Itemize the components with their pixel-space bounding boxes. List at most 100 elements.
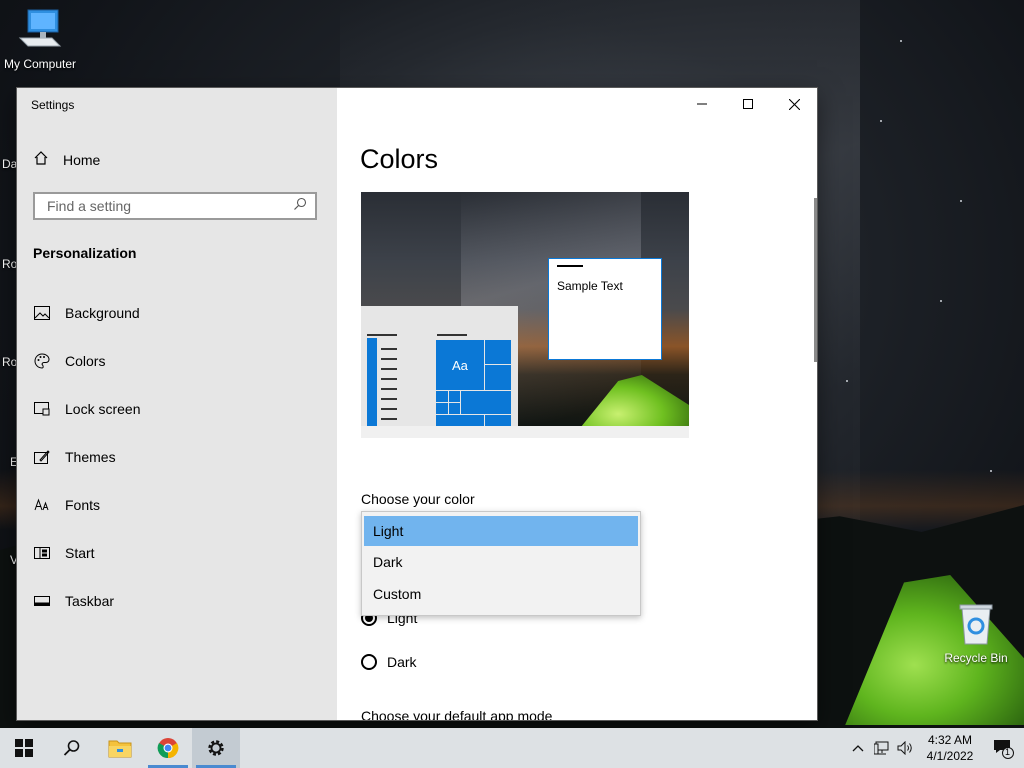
scrollbar-thumb[interactable] xyxy=(814,198,817,362)
close-button[interactable] xyxy=(771,88,817,120)
folder-icon xyxy=(108,740,132,758)
lock-screen-icon xyxy=(33,400,51,418)
my-computer-label: My Computer xyxy=(3,57,77,71)
radio-label: Dark xyxy=(387,654,417,670)
nav-item-label: Start xyxy=(65,545,95,561)
settings-window: Settings Home Personalization Background xyxy=(17,88,817,720)
preview-line xyxy=(381,368,397,370)
network-button[interactable] xyxy=(870,728,894,768)
taskbar: 4:32 AM 4/1/2022 1 xyxy=(0,728,1024,768)
fonts-icon xyxy=(33,496,51,514)
section-heading: Personalization xyxy=(33,245,137,261)
partial-desktop-label: Ro xyxy=(2,257,18,271)
minimize-icon xyxy=(697,103,707,105)
star xyxy=(880,120,882,122)
dropdown-option-light[interactable]: Light xyxy=(364,516,638,546)
start-icon xyxy=(33,544,51,562)
preview-line xyxy=(381,348,397,350)
window-title: Settings xyxy=(31,98,75,112)
tile-divider xyxy=(460,390,461,414)
colors-page: Colors Aa Sample Text Choose your color … xyxy=(337,88,817,720)
partial-desktop-label: Ro xyxy=(2,355,18,369)
preview-line xyxy=(367,334,397,336)
chevron-up-icon xyxy=(852,745,864,752)
nav-item-fonts[interactable]: Fonts xyxy=(17,481,337,529)
recycle-bin-icon xyxy=(940,602,1012,649)
windows-logo-icon xyxy=(15,739,33,757)
nav-item-colors[interactable]: Colors xyxy=(17,337,337,385)
maximize-button[interactable] xyxy=(725,88,771,120)
nav-item-label: Background xyxy=(65,305,140,321)
dropdown-option-dark[interactable]: Dark xyxy=(362,546,640,578)
search-icon xyxy=(293,197,307,216)
preview-line xyxy=(381,358,397,360)
clock-date: 4/1/2022 xyxy=(926,749,974,763)
dropdown-option-custom[interactable]: Custom xyxy=(362,578,640,610)
nav-item-label: Fonts xyxy=(65,497,101,513)
sample-window-titlebar xyxy=(557,265,583,267)
speaker-icon xyxy=(897,741,912,755)
preview-start-menu: Aa xyxy=(361,306,518,426)
taskbar-icon xyxy=(33,592,51,610)
nav-item-label: Lock screen xyxy=(65,401,141,417)
radio-circle xyxy=(361,654,377,670)
star xyxy=(990,470,992,472)
preview-line xyxy=(381,398,397,400)
preview-line xyxy=(381,408,397,410)
my-computer-desktop-icon[interactable]: My Computer xyxy=(0,8,80,71)
preview-wallpaper: Aa Sample Text xyxy=(361,192,689,426)
tile-divider xyxy=(436,402,460,403)
computer-icon xyxy=(0,8,80,55)
clock[interactable]: 4:32 AM 4/1/2022 xyxy=(918,732,982,764)
settings-sidebar: Settings Home Personalization Background xyxy=(17,88,337,720)
file-explorer-button[interactable] xyxy=(96,728,144,768)
search-button[interactable] xyxy=(48,728,96,768)
home-label: Home xyxy=(63,151,101,168)
preview-accent-bar xyxy=(367,338,377,426)
personalization-nav: Background Colors Lock screen Themes Fon… xyxy=(17,289,337,625)
radio-dark[interactable]: Dark xyxy=(361,654,417,670)
home-icon xyxy=(33,150,49,169)
start-button[interactable] xyxy=(0,728,48,768)
picture-icon xyxy=(33,304,51,322)
settings-button[interactable] xyxy=(192,728,240,768)
nav-item-start[interactable]: Start xyxy=(17,529,337,577)
nav-item-label: Colors xyxy=(65,353,106,369)
minimize-button[interactable] xyxy=(679,88,725,120)
search-icon xyxy=(63,740,80,756)
search-input[interactable] xyxy=(45,197,279,215)
recycle-bin-desktop-icon[interactable]: Recycle Bin xyxy=(940,602,1012,665)
preview-sample-window: Sample Text xyxy=(548,258,662,360)
chrome-button[interactable] xyxy=(144,728,192,768)
home-nav-item[interactable]: Home xyxy=(33,150,100,169)
search-box[interactable] xyxy=(33,192,317,220)
nav-item-themes[interactable]: Themes xyxy=(17,433,337,481)
recycle-bin-label: Recycle Bin xyxy=(944,651,1008,665)
show-hidden-icons-button[interactable] xyxy=(846,728,870,768)
palette-icon xyxy=(33,352,51,370)
themes-icon xyxy=(33,448,51,466)
volume-button[interactable] xyxy=(894,728,918,768)
partial-desktop-label: Da xyxy=(2,157,18,171)
clock-time: 4:32 AM xyxy=(927,733,973,747)
nav-item-background[interactable]: Background xyxy=(17,289,337,337)
preview-line xyxy=(381,388,397,390)
action-center-button[interactable]: 1 xyxy=(982,728,1024,768)
notification-count: 1 xyxy=(1005,747,1011,757)
star xyxy=(900,40,902,42)
color-mode-dropdown[interactable]: Light Dark Custom xyxy=(361,511,641,616)
nav-item-taskbar[interactable]: Taskbar xyxy=(17,577,337,625)
tile-divider xyxy=(484,364,511,365)
star xyxy=(960,200,962,202)
nav-item-label: Taskbar xyxy=(65,593,115,609)
chrome-icon xyxy=(157,738,179,759)
preview-tile-text: Aa xyxy=(452,358,468,373)
preview-line xyxy=(381,418,397,420)
star xyxy=(940,300,942,302)
star xyxy=(846,380,848,382)
close-icon xyxy=(788,98,800,110)
nav-item-label: Themes xyxy=(65,449,116,465)
nav-item-lock-screen[interactable]: Lock screen xyxy=(17,385,337,433)
maximize-icon xyxy=(743,99,753,109)
preview-line xyxy=(381,378,397,380)
